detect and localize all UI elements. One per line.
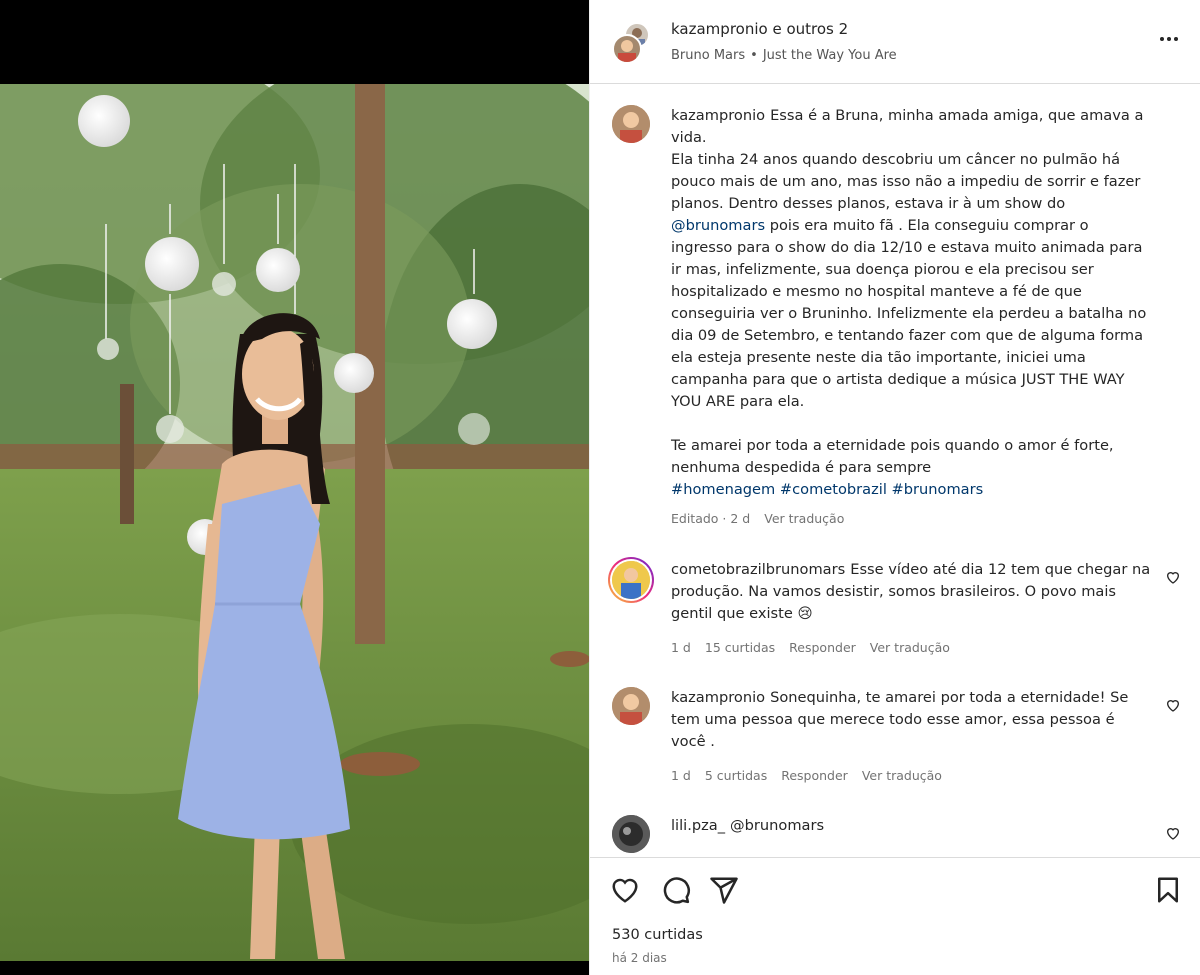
comment-meta: 1 d 15 curtidas Responder Ver tradução [671, 640, 964, 655]
avatar[interactable] [612, 815, 650, 853]
post-actions: 530 curtidas há 2 dias [590, 857, 1200, 975]
avatar[interactable] [612, 687, 650, 725]
bookmark-icon[interactable] [1153, 875, 1183, 905]
comment-text: lili.pza_ @brunomars [671, 815, 1151, 837]
comment-time: 1 d [671, 768, 691, 783]
comment-username[interactable]: lili.pza_ [671, 817, 725, 834]
separator: • [750, 48, 758, 63]
caption-username[interactable]: kazampronio [671, 107, 765, 124]
share-icon[interactable] [709, 875, 739, 905]
caption-line: Ela tinha 24 anos quando descobriu um câ… [671, 151, 1141, 212]
heart-icon[interactable] [1165, 697, 1181, 713]
heart-icon[interactable] [1165, 569, 1181, 585]
collab-avatars[interactable] [612, 22, 650, 64]
comments-list[interactable]: kazampronio Essa é a Bruna, minha amada a… [590, 85, 1200, 857]
translate-link[interactable]: Ver tradução [870, 640, 950, 655]
comment-likes[interactable]: 5 curtidas [705, 768, 767, 783]
avatar[interactable] [608, 557, 654, 603]
reply-button[interactable]: Responder [781, 768, 848, 783]
likes-count[interactable]: 530 curtidas [612, 927, 703, 943]
audio-track[interactable]: Bruno Mars • Just the Way You Are [671, 48, 897, 63]
mention-link[interactable]: @brunomars [671, 217, 765, 234]
post-details-panel: kazampronio e outros 2 Bruno Mars • Just t… [589, 0, 1200, 975]
post-header: kazampronio e outros 2 Bruno Mars • Just t… [590, 0, 1200, 84]
translate-link[interactable]: Ver tradução [764, 511, 844, 526]
audio-title[interactable]: Just the Way You Are [763, 48, 897, 63]
post-author[interactable]: kazampronio e outros 2 [671, 20, 848, 38]
avatar[interactable] [612, 105, 650, 143]
hashtag-links[interactable]: #homenagem #cometobrazil #brunomars [671, 479, 1151, 501]
comment-likes[interactable]: 15 curtidas [705, 640, 775, 655]
caption-meta: Editado · 2 d Ver tradução [671, 511, 858, 526]
comment-username[interactable]: cometobrazilbrunomars [671, 561, 845, 578]
comment-text: cometobrazilbrunomars Esse vídeo até dia … [671, 559, 1151, 625]
caption-text: kazampronio Essa é a Bruna, minha amada a… [671, 105, 1151, 501]
comment-time: 1 d [671, 640, 691, 655]
comment-icon[interactable] [661, 875, 691, 905]
more-options-icon[interactable] [1155, 28, 1183, 50]
caption-line: Te amarei por toda a eternidade pois qua… [671, 437, 1114, 476]
post-media[interactable] [0, 0, 589, 975]
mention-link[interactable]: @brunomars [730, 817, 824, 834]
post-photo[interactable] [0, 84, 589, 961]
translate-link[interactable]: Ver tradução [862, 768, 942, 783]
heart-icon[interactable] [610, 875, 640, 905]
reply-button[interactable]: Responder [789, 640, 856, 655]
edited-label: Editado · 2 d [671, 511, 751, 526]
avatar[interactable] [612, 34, 642, 64]
caption-line: pois era muito fã . Ela conseguiu compra… [671, 217, 1147, 410]
comment-username[interactable]: kazampronio [671, 689, 765, 706]
heart-icon[interactable] [1165, 825, 1181, 841]
comment-text: kazampronio Sonequinha, te amarei por tod… [671, 687, 1151, 753]
comment-meta: 1 d 5 curtidas Responder Ver tradução [671, 768, 956, 783]
audio-artist[interactable]: Bruno Mars [671, 48, 745, 63]
post-time: há 2 dias [612, 951, 667, 965]
